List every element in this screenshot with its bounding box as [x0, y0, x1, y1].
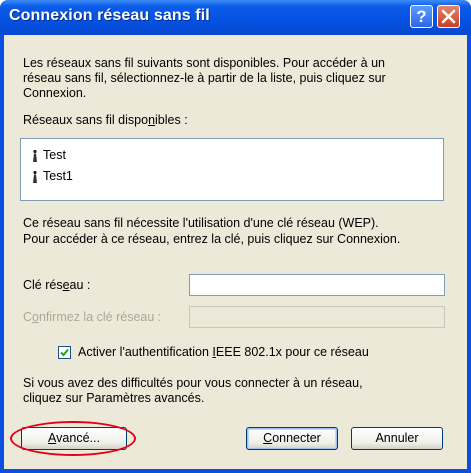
connect-button[interactable]: Connecter: [246, 427, 338, 450]
confirm-key-label: Confirmez la clé réseau :: [23, 310, 162, 324]
network-key-input[interactable]: [190, 276, 444, 296]
antenna-icon: [33, 149, 37, 162]
key-notice-line-2: Pour accéder à ce réseau, entrez la clé,…: [23, 232, 401, 246]
trouble-line-2: cliquez sur Paramètres avancés.: [23, 391, 205, 405]
help-button[interactable]: ?: [410, 5, 433, 28]
cancel-button[interactable]: Annuler: [351, 427, 443, 450]
intro-line-2: réseau sans fil, sélectionnez-le à parti…: [23, 71, 386, 85]
trouble-line-1: Si vous avez des difficultés pour vous c…: [23, 376, 363, 390]
close-button[interactable]: [437, 5, 460, 28]
ieee-label[interactable]: Activer l'authentification IEEE 802.1x p…: [78, 345, 369, 360]
network-name: Test1: [43, 169, 73, 183]
confirm-key-input[interactable]: [190, 308, 444, 328]
close-icon: [441, 9, 456, 24]
dialog-window: Connexion réseau sans fil ? Les réseaux …: [0, 0, 471, 473]
title-bar[interactable]: Connexion réseau sans fil ?: [0, 0, 471, 35]
intro-line-1: Les réseaux sans fil suivants sont dispo…: [23, 56, 386, 70]
highlight-ellipse: [10, 421, 136, 456]
network-key-label: Clé réseau :: [23, 278, 91, 292]
ieee-checkbox[interactable]: [58, 346, 71, 359]
networks-label: Réseaux sans fil disponibles :: [23, 113, 188, 127]
antenna-icon: [33, 170, 37, 183]
checkmark-icon: [60, 348, 69, 357]
networks-list[interactable]: Test Test1: [20, 138, 444, 201]
network-key-field[interactable]: [189, 274, 445, 296]
network-name: Test: [43, 148, 66, 162]
confirm-key-field[interactable]: [189, 306, 445, 328]
intro-line-3: Connexion.: [23, 86, 87, 100]
key-notice-line-1: Ce réseau sans fil nécessite l'utilisati…: [23, 216, 379, 230]
window-title: Connexion réseau sans fil: [9, 7, 210, 24]
